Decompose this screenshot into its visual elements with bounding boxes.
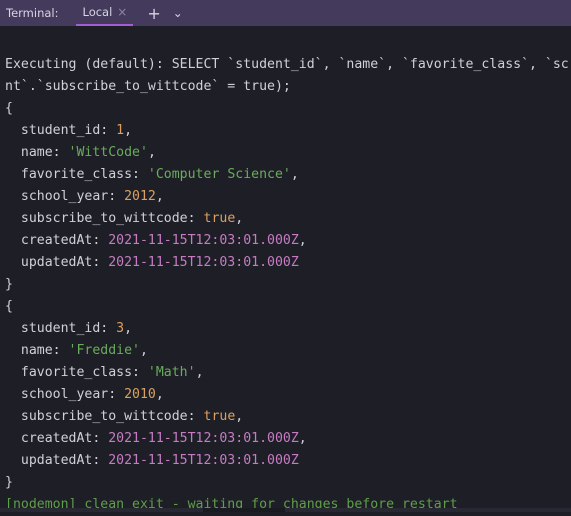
terminal-text: }: [5, 277, 13, 292]
terminal-text: true: [204, 211, 236, 226]
tab-label: Local: [82, 5, 112, 19]
terminal-line: {: [5, 98, 571, 120]
terminal-text: ,: [235, 409, 243, 424]
terminal-text: ,: [156, 387, 164, 402]
terminal-text: 1: [116, 123, 124, 138]
terminal-text: ,: [299, 233, 307, 248]
terminal-line: }: [5, 274, 571, 296]
terminal-text: ,: [235, 211, 243, 226]
terminal-text: ,: [196, 365, 204, 380]
terminal-line: nt`.`subscribe_to_wittcode` = true);: [5, 76, 571, 98]
terminal-text: 2021-11-15T12:03:01.000Z: [108, 255, 299, 270]
terminal-text: ,: [299, 431, 307, 446]
terminal-line: favorite_class: 'Math',: [5, 362, 571, 384]
horizontal-scrollbar[interactable]: [0, 508, 571, 512]
terminal-line: updatedAt: 2021-11-15T12:03:01.000Z: [5, 450, 571, 472]
terminal-text: name:: [5, 145, 69, 160]
terminal-text: 2010: [124, 387, 156, 402]
terminal-line: school_year: 2012,: [5, 186, 571, 208]
terminal-line: createdAt: 2021-11-15T12:03:01.000Z,: [5, 230, 571, 252]
terminal-text: createdAt:: [5, 233, 108, 248]
terminal-text: name:: [5, 343, 69, 358]
close-icon[interactable]: ×: [117, 5, 127, 19]
terminal-line: }: [5, 472, 571, 494]
tab-local[interactable]: Local ×: [76, 0, 133, 26]
terminal-text: subscribe_to_wittcode:: [5, 211, 204, 226]
terminal-label: Terminal:: [6, 6, 58, 20]
terminal-text: true: [204, 409, 236, 424]
terminal-text: 2021-11-15T12:03:01.000Z: [108, 233, 299, 248]
terminal-text: {: [5, 101, 13, 116]
terminal-text: 2021-11-15T12:03:01.000Z: [108, 431, 299, 446]
terminal-line: subscribe_to_wittcode: true,: [5, 208, 571, 230]
terminal-line: school_year: 2010,: [5, 384, 571, 406]
terminal-text: subscribe_to_wittcode:: [5, 409, 204, 424]
scrollbar-thumb[interactable]: [203, 508, 285, 512]
terminal-text: student_id:: [5, 321, 116, 336]
terminal-text: updatedAt:: [5, 453, 108, 468]
terminal-text: {: [5, 299, 13, 314]
terminal-text: ,: [124, 321, 132, 336]
terminal-text: 'WittCode': [69, 145, 148, 160]
terminal-text: ,: [140, 343, 148, 358]
terminal-text: student_id:: [5, 123, 116, 138]
terminal-text: school_year:: [5, 189, 124, 204]
terminal-line: updatedAt: 2021-11-15T12:03:01.000Z: [5, 252, 571, 274]
terminal-text: Executing (default): SELECT `student_id`…: [5, 57, 569, 72]
terminal-header: Terminal: Local × + ⌄: [0, 0, 571, 26]
terminal-text: ,: [124, 123, 132, 138]
terminal-text: school_year:: [5, 387, 124, 402]
terminal-text: 'Math': [148, 365, 196, 380]
terminal-output[interactable]: Executing (default): SELECT `student_id`…: [0, 26, 571, 516]
terminal-text: 3: [116, 321, 124, 336]
terminal-line: favorite_class: 'Computer Science',: [5, 164, 571, 186]
terminal-line: student_id: 3,: [5, 318, 571, 340]
terminal-line: [nodemon] clean exit - waiting for chang…: [5, 494, 571, 516]
terminal-text: favorite_class:: [5, 365, 148, 380]
terminal-text: nt`.`subscribe_to_wittcode` = true);: [5, 79, 291, 94]
terminal-text: updatedAt:: [5, 255, 108, 270]
terminal-line: Executing (default): SELECT `student_id`…: [5, 54, 571, 76]
terminal-line: {: [5, 296, 571, 318]
terminal-text: ,: [148, 145, 156, 160]
terminal-text: 2012: [124, 189, 156, 204]
terminal-line: createdAt: 2021-11-15T12:03:01.000Z,: [5, 428, 571, 450]
terminal-text: ,: [156, 189, 164, 204]
terminal-text: favorite_class:: [5, 167, 148, 182]
terminal-text: 'Freddie': [69, 343, 140, 358]
terminal-text: }: [5, 475, 13, 490]
terminal-line: student_id: 1,: [5, 120, 571, 142]
terminal-line: subscribe_to_wittcode: true,: [5, 406, 571, 428]
chevron-down-icon[interactable]: ⌄: [173, 6, 183, 20]
terminal-line: name: 'WittCode',: [5, 142, 571, 164]
terminal-text: 2021-11-15T12:03:01.000Z: [108, 453, 299, 468]
terminal-text: ,: [291, 167, 299, 182]
terminal-text: createdAt:: [5, 431, 108, 446]
new-tab-icon[interactable]: +: [147, 4, 160, 23]
terminal-text: 'Computer Science': [148, 167, 291, 182]
terminal-line: name: 'Freddie',: [5, 340, 571, 362]
